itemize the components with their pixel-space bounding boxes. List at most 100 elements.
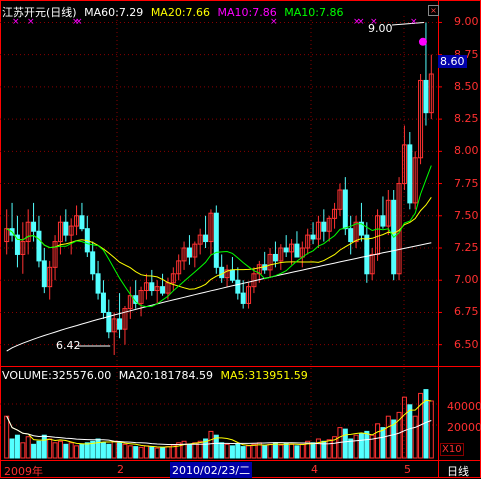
- candle-body: [423, 79, 429, 114]
- time-label-m2: 2: [117, 463, 124, 476]
- ma20-label: MA20:7.66: [150, 6, 211, 19]
- volume-label: VOLUME:325576.00: [2, 369, 112, 382]
- volume-bar: [310, 442, 316, 459]
- volume-bar: [289, 443, 295, 459]
- candle-body: [95, 273, 101, 294]
- signal-mark: ×: [410, 17, 418, 27]
- candle-body: [321, 221, 327, 232]
- volume-bar: [246, 445, 252, 459]
- price-tick-label: 7.75: [454, 176, 479, 190]
- period-daily-button[interactable]: 日线: [447, 463, 469, 479]
- volume-bar: [326, 439, 332, 459]
- price-tick-label: 7.25: [454, 241, 479, 254]
- volume-bar: [272, 442, 278, 459]
- candle-body: [36, 230, 42, 262]
- volume-bar: [364, 430, 370, 459]
- price-tick-label: 9.00: [454, 15, 479, 29]
- volume-bar: [267, 443, 273, 459]
- volume-bar: [143, 445, 149, 459]
- volume-bar: [84, 442, 90, 459]
- price-tick-label: 7.00: [454, 273, 479, 287]
- ma60-label: MA60:7.29: [84, 6, 144, 19]
- volume-bar: [127, 445, 133, 459]
- stock-title: 江苏开元(日线): [2, 6, 77, 19]
- signal-mark: ×: [357, 17, 365, 27]
- volume-bar: [235, 443, 241, 459]
- volume-bar: [106, 443, 112, 459]
- low-annotation: 6.42: [56, 339, 81, 352]
- candle-body: [283, 247, 289, 253]
- kline-chart[interactable]: × × ×× × ×× × ×: [0, 0, 481, 478]
- candle-body: [380, 215, 386, 227]
- price-tick-label: 8.50: [454, 79, 479, 93]
- volume-bar: [278, 444, 284, 459]
- volume-bar: [208, 430, 214, 459]
- volume-bar: [283, 443, 289, 459]
- price-tick-label: 8.25: [454, 112, 479, 126]
- volume-bar: [262, 445, 268, 459]
- volume-bar: [68, 442, 74, 459]
- volume-bar: [428, 400, 434, 459]
- volume-bar: [57, 440, 63, 459]
- volume-bar: [197, 440, 203, 459]
- candle-body: [235, 279, 241, 294]
- candle-body: [100, 292, 106, 313]
- price-tick-label: 8.00: [454, 144, 479, 158]
- volume-tick-20000: 20000: [447, 421, 481, 434]
- time-label-m5: 5: [404, 463, 411, 476]
- volume-bar: [342, 428, 348, 459]
- volume-bar: [165, 446, 171, 459]
- candle-body: [294, 243, 300, 258]
- volume-bar: [117, 442, 123, 459]
- candle-body: [203, 234, 209, 243]
- candle-body: [213, 212, 219, 268]
- candle-body: [79, 215, 85, 230]
- candle-body: [364, 234, 370, 275]
- ma5-label: MA10:7.86: [284, 6, 344, 19]
- chart-legend: 江苏开元(日线) MA60:7.29 MA20:7.66 MA10:7.86 M…: [2, 4, 347, 20]
- volume-unit-badge: X10: [440, 443, 464, 456]
- high-annotation: 9.00: [368, 22, 393, 35]
- volume-bar: [14, 434, 20, 459]
- candle-body: [63, 221, 69, 236]
- volume-bar: [240, 446, 246, 459]
- volume-bar: [229, 445, 235, 459]
- candle-body: [117, 318, 123, 330]
- volume-bar: [36, 440, 42, 459]
- volume-bar: [138, 446, 144, 459]
- volume-bar: [31, 443, 37, 459]
- time-label-m4: 4: [311, 463, 318, 476]
- volume-bar: [251, 443, 257, 459]
- volume-bar: [219, 442, 225, 459]
- volume-bar: [25, 436, 31, 459]
- volume-bar: [181, 440, 187, 459]
- volume-bar: [407, 404, 413, 459]
- candle-body: [186, 247, 192, 258]
- volume-bar: [375, 423, 381, 459]
- candle-body: [31, 221, 37, 232]
- volume-bar: [154, 447, 160, 459]
- candle-body: [219, 266, 225, 279]
- volume-bar: [380, 427, 386, 459]
- volume-bar: [4, 415, 10, 459]
- volume-bar: [186, 443, 192, 459]
- volume-ma5-label: MA5:313951.59: [220, 369, 308, 382]
- candle-body: [41, 260, 47, 288]
- candle-body: [348, 228, 354, 243]
- volume-bar: [74, 445, 80, 459]
- volume-bar: [315, 438, 321, 459]
- volume-bar: [412, 415, 418, 459]
- close-icon[interactable]: ×: [428, 5, 439, 16]
- candle-body: [149, 282, 155, 292]
- volume-bar: [100, 442, 106, 459]
- price-tick-label: 6.50: [454, 337, 479, 351]
- candle-body: [310, 234, 316, 240]
- candle-body: [106, 311, 112, 333]
- candle-body: [272, 253, 278, 262]
- high-marker-dot: [418, 37, 427, 46]
- volume-bar: [79, 443, 85, 459]
- volume-bar: [176, 442, 182, 459]
- volume-bar: [111, 440, 117, 459]
- volume-bar: [9, 438, 15, 459]
- volume-bar: [299, 443, 305, 459]
